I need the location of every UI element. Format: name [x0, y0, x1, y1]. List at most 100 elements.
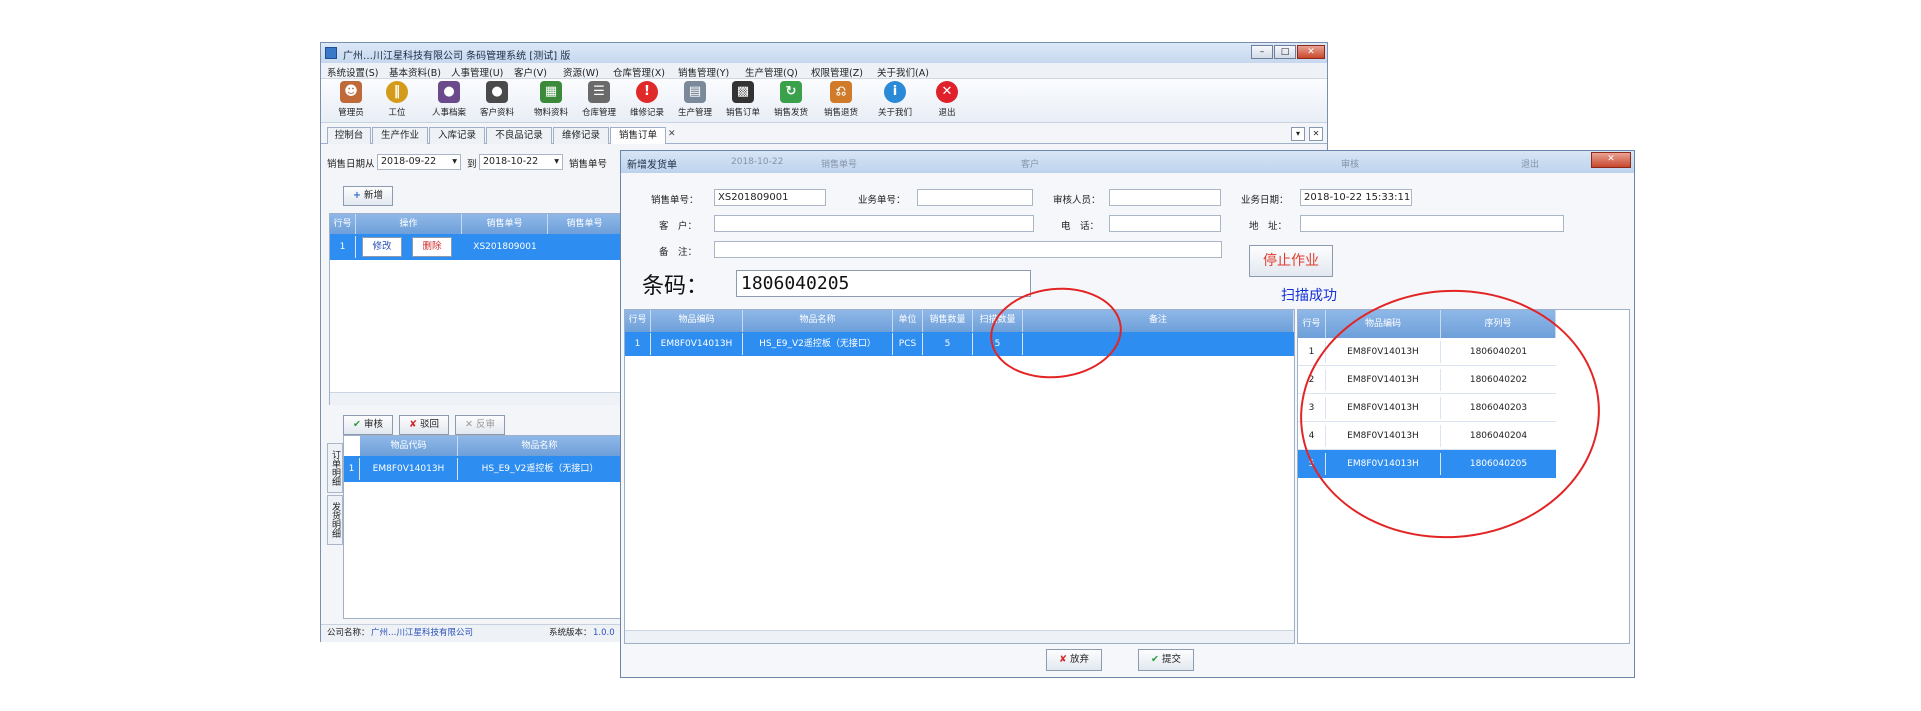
stop-work-button[interactable]: 停止作业 — [1249, 245, 1333, 277]
toolbar-repair[interactable]: ! 维修记录 — [623, 81, 671, 121]
menu-permissions[interactable]: 权限管理(Z) — [811, 65, 863, 79]
maximize-button[interactable]: □ — [1274, 45, 1296, 59]
close-button[interactable]: ✕ — [1297, 45, 1325, 59]
tab-inbound[interactable]: 入库记录 — [429, 127, 485, 144]
date-to-input[interactable]: 2018-10-22 ▾ — [479, 154, 563, 170]
tab-delivery-detail[interactable]: 发货明细 — [327, 495, 343, 545]
sales-order-icon: ▩ — [732, 81, 754, 103]
menu-production[interactable]: 生产管理(Q) — [745, 65, 798, 79]
tab-order-detail[interactable]: 订单明细 — [327, 443, 343, 493]
tab-list-dropdown[interactable]: ▾ — [1291, 127, 1305, 141]
horizontal-scrollbar[interactable] — [625, 630, 1294, 643]
table-row[interactable]: 1 EM8F0V14013H HS_E9_V2遥控板（无接口） — [344, 456, 622, 482]
tab-sales-order[interactable]: 销售订单 — [610, 127, 666, 144]
toolbar-personnel[interactable]: ● 人事档案 — [425, 81, 473, 121]
business-no-field[interactable] — [917, 189, 1033, 206]
toolbar-warehouse-label: 仓库管理 — [581, 108, 616, 118]
toolbar-return[interactable]: ⎌ 销售退货 — [817, 81, 865, 121]
unapprove-label: 反审 — [475, 419, 495, 430]
dialog-cancel-button[interactable]: ✘ 放弃 — [1046, 649, 1102, 671]
phone-field[interactable] — [1109, 215, 1221, 232]
toolbar-exit-label: 退出 — [938, 108, 956, 118]
toolbar-delivery[interactable]: ↻ 销售发货 — [767, 81, 815, 121]
toolbar-about-label: 关于我们 — [877, 108, 912, 118]
date-to-value: 2018-10-22 — [483, 156, 539, 167]
tab-repair[interactable]: 维修记录 — [553, 127, 609, 144]
warehouse-icon: ☰ — [588, 81, 610, 103]
order-header-code: 物品编码 — [651, 310, 743, 332]
order-header-sales-qty: 销售数量 — [923, 310, 973, 332]
company-label: 公司名称： — [327, 628, 370, 638]
toolbar-production[interactable]: ▤ 生产管理 — [671, 81, 719, 121]
new-button[interactable]: + 新增 — [343, 186, 393, 206]
dialog-submit-button[interactable]: ✔ 提交 — [1138, 649, 1194, 671]
toolbar-exit[interactable]: ✕ 退出 — [923, 81, 971, 121]
version-label: 系统版本： — [549, 628, 592, 638]
order-row-name: HS_E9_V2遥控板（无接口） — [743, 333, 893, 355]
toolbar-material[interactable]: ▦ 物料资料 — [527, 81, 575, 121]
menu-warehouse[interactable]: 仓库管理(X) — [613, 65, 665, 79]
delete-button[interactable]: 删除 — [412, 237, 452, 257]
menu-resource[interactable]: 资源(W) — [563, 65, 599, 79]
date-from-input[interactable]: 2018-09-22 ▾ — [377, 154, 461, 170]
menu-system-settings[interactable]: 系统设置(S) — [327, 65, 378, 79]
customer-field[interactable] — [714, 215, 1034, 232]
auditor-label: 审核人员： — [1053, 195, 1101, 206]
unapprove-button[interactable]: ✕ 反审 — [455, 415, 505, 435]
customer-label: 客 户： — [659, 221, 698, 232]
serial-header-line: 行号 — [1298, 310, 1326, 338]
menu-customer[interactable]: 客户(V) — [514, 65, 547, 79]
menu-about[interactable]: 关于我们(A) — [877, 65, 929, 79]
company-name: 广州…川江星科技有限公司 — [371, 628, 474, 638]
toolbar: ☻ 管理员 ‖ 工位 ● 人事档案 ● 客户资料 ▦ 物料资料 ☰ 仓库管理 !… — [321, 79, 1327, 123]
auditor-field[interactable] — [1109, 189, 1221, 206]
order-row-unit: PCS — [893, 333, 923, 355]
edit-button[interactable]: 修改 — [362, 237, 402, 257]
row-order-no: XS201809001 — [473, 242, 537, 252]
table-row[interactable]: 1 修改 删除 XS201809001 — [330, 234, 622, 260]
barcode-input[interactable]: 1806040205 — [736, 270, 1031, 297]
check-icon: ✔ — [1150, 654, 1159, 665]
tab-production[interactable]: 生产作业 — [372, 127, 428, 144]
table-row[interactable]: 1 EM8F0V14013H HS_E9_V2遥控板（无接口） PCS 5 5 — [625, 332, 1294, 356]
biz-date-label: 业务日期： — [1241, 195, 1289, 206]
toolbar-warehouse[interactable]: ☰ 仓库管理 — [575, 81, 623, 121]
remark-field[interactable] — [714, 241, 1222, 258]
toolbar-sales-order[interactable]: ▩ 销售订单 — [719, 81, 767, 121]
toolbar-material-label: 物料资料 — [533, 108, 568, 118]
tab-defects[interactable]: 不良品记录 — [486, 127, 552, 144]
dialog-close-button[interactable]: ✕ — [1591, 152, 1631, 168]
approve-button[interactable]: ✔ 审核 — [343, 415, 393, 435]
repair-icon: ! — [636, 81, 658, 103]
minimize-button[interactable]: – — [1251, 45, 1273, 59]
return-icon: ⎌ — [830, 81, 852, 103]
date-to-label: 到 — [467, 159, 477, 170]
biz-date-field[interactable]: 2018-10-22 15:33:11 — [1300, 189, 1412, 206]
order-header-name: 物品名称 — [743, 310, 893, 332]
reject-button[interactable]: ✘ 驳回 — [399, 415, 449, 435]
ghost-customer: 客户 — [1021, 160, 1040, 170]
dialog-title: 新增发货单 — [627, 160, 677, 171]
check-icon: ✔ — [352, 419, 361, 430]
menu-hr[interactable]: 人事管理(U) — [451, 65, 503, 79]
date-from-value: 2018-09-22 — [381, 156, 437, 167]
toolbar-station-label: 工位 — [388, 108, 406, 118]
toolbar-customer[interactable]: ● 客户资料 — [473, 81, 521, 121]
toolbar-admin[interactable]: ☻ 管理员 — [327, 81, 375, 121]
customer-icon: ● — [486, 81, 508, 103]
detail-row-line: 1 — [344, 458, 360, 480]
address-field[interactable] — [1300, 215, 1564, 232]
chevron-down-icon: ▾ — [452, 156, 457, 167]
menu-basic-data[interactable]: 基本资料(B) — [389, 65, 441, 79]
order-no-field[interactable]: XS201809001 — [714, 189, 826, 206]
horizontal-scrollbar[interactable] — [330, 392, 622, 405]
tab-close-icon[interactable]: ✕ — [668, 129, 676, 139]
tab-close-all[interactable]: ✕ — [1309, 127, 1323, 141]
toolbar-about[interactable]: i 关于我们 — [871, 81, 919, 121]
production-icon: ▤ — [684, 81, 706, 103]
toolbar-station[interactable]: ‖ 工位 — [373, 81, 421, 121]
menu-sales[interactable]: 销售管理(Y) — [678, 65, 729, 79]
station-icon: ‖ — [386, 81, 408, 103]
order-no-filter-label: 销售单号 — [569, 159, 608, 170]
tab-console[interactable]: 控制台 — [327, 127, 371, 144]
